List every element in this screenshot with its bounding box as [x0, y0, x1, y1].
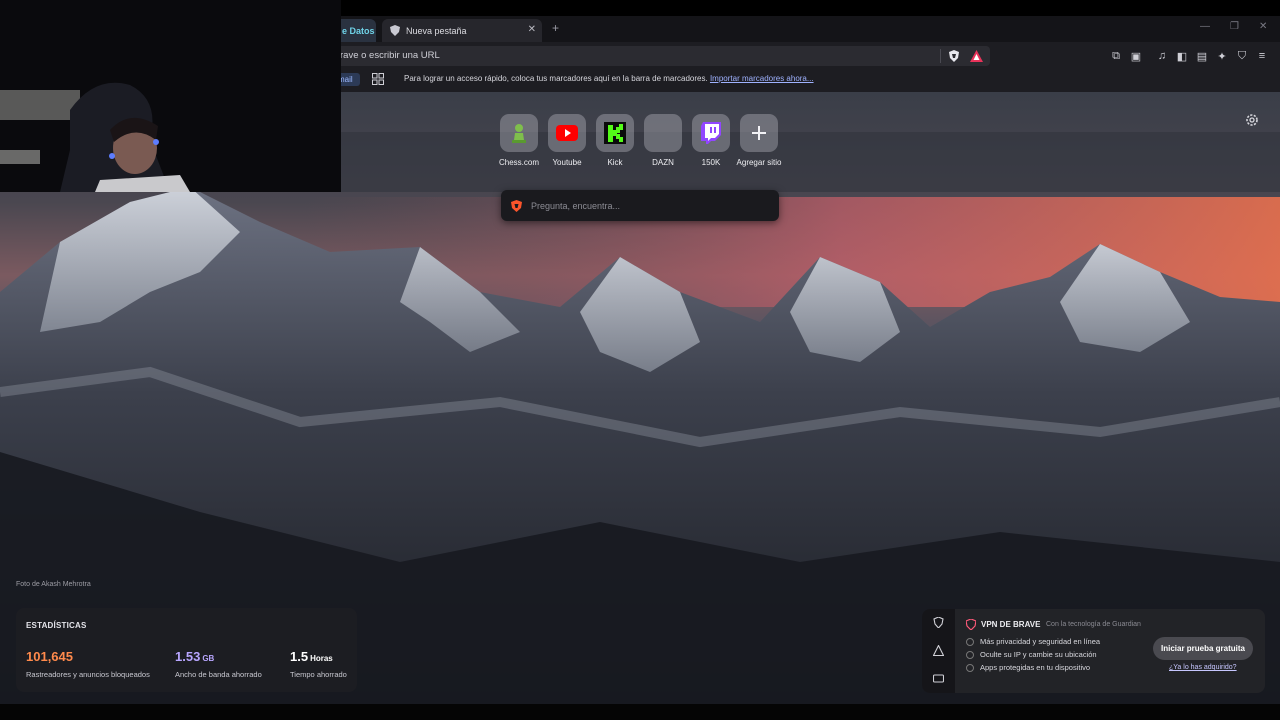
- bookmarks-hint: Para lograr un acceso rápido, coloca tus…: [404, 74, 814, 83]
- menu-icon[interactable]: ≡: [1252, 48, 1272, 64]
- vpn-title: VPN DE BRAVE: [981, 620, 1041, 629]
- maximize-icon[interactable]: ❐: [1230, 21, 1239, 32]
- webcam-overlay: [0, 0, 341, 192]
- stats-title: ESTADÍSTICAS: [26, 621, 87, 630]
- vpn-shield-icon[interactable]: [933, 617, 944, 628]
- import-bookmarks-link[interactable]: Importar marcadores ahora...: [710, 74, 814, 83]
- search-input[interactable]: [531, 196, 766, 215]
- top-site-youtube[interactable]: Youtube: [548, 114, 586, 167]
- bottom-strip: [0, 704, 1280, 720]
- vpn-feature: Oculte su IP y cambie su ubicación: [966, 650, 1097, 659]
- close-tab-icon[interactable]: ✕: [528, 24, 536, 35]
- address-bar-text: rave o escribir una URL: [340, 50, 440, 61]
- dazn-icon: [644, 114, 682, 152]
- widget-rail: [922, 609, 955, 693]
- check-icon: [966, 663, 974, 672]
- top-sites: Chess.com Youtube Kick DAZN 150K Agregar…: [499, 114, 781, 167]
- top-site-tile: [500, 114, 538, 152]
- stat-time: 1.5 Horas Tiempo ahorrado: [290, 648, 347, 679]
- minimize-icon[interactable]: —: [1200, 21, 1210, 32]
- bookmarks-hint-text: Para lograr un acceso rápido, coloca tus…: [404, 74, 708, 83]
- wallet-icon[interactable]: ▣: [1126, 48, 1146, 64]
- stat-unit: Horas: [310, 654, 333, 663]
- search-box[interactable]: [501, 190, 779, 221]
- brave-rewards-icon[interactable]: [970, 50, 983, 62]
- photo-credit[interactable]: Foto de Akash Mehrotra: [16, 581, 91, 588]
- leo-ai-icon[interactable]: ✦: [1212, 48, 1232, 64]
- stat-value: 1.5: [290, 649, 309, 664]
- vpn-icon[interactable]: ⛉: [1232, 48, 1252, 64]
- top-site-dazn[interactable]: DAZN: [644, 114, 682, 167]
- stats-card: ESTADÍSTICAS 101,645 Rastreadores y anun…: [16, 608, 357, 692]
- brave-logo-icon: [511, 200, 522, 212]
- chess-pawn-icon: [512, 124, 526, 143]
- vpn-powered-by: Con la tecnología de Guardian: [1046, 621, 1141, 628]
- vpn-feature: Más privacidad y seguridad en línea: [966, 637, 1100, 646]
- top-site-kick[interactable]: Kick: [596, 114, 634, 167]
- extensions-icon[interactable]: ⧉: [1106, 48, 1126, 64]
- stat-label: Ancho de banda ahorrado: [175, 670, 262, 679]
- divider: [940, 49, 941, 63]
- top-site-tile: [740, 114, 778, 152]
- wallet-crypto-icon[interactable]: ▤: [1192, 48, 1212, 64]
- top-site-tile: [692, 114, 730, 152]
- brave-shield-icon: [390, 25, 400, 36]
- plus-icon: [752, 126, 766, 140]
- vpn-feature: Apps protegidas en tu dispositivo: [966, 663, 1090, 672]
- stat-trackers: 101,645 Rastreadores y anuncios bloquead…: [26, 648, 150, 679]
- top-site-chess[interactable]: Chess.com: [499, 114, 539, 167]
- stat-value: 101,645: [26, 649, 73, 664]
- top-site-twitch[interactable]: 150K: [692, 114, 730, 167]
- already-purchased-link[interactable]: ¿Ya lo has adquirido?: [1169, 664, 1237, 671]
- top-site-label: Agregar sitio: [736, 158, 782, 167]
- stat-label: Tiempo ahorrado: [290, 670, 347, 679]
- brave-shields-icon[interactable]: [948, 50, 960, 62]
- kick-icon: [604, 122, 626, 144]
- new-tab-plus-icon[interactable]: +: [552, 21, 559, 35]
- stat-unit: GB: [202, 654, 215, 663]
- vpn-feature-text: Más privacidad y seguridad en línea: [980, 637, 1101, 646]
- check-icon: [966, 650, 974, 659]
- media-icon[interactable]: ♫: [1152, 48, 1172, 64]
- youtube-icon: [556, 125, 578, 141]
- vpn-feature-text: Oculte su IP y cambie su ubicación: [980, 650, 1097, 659]
- top-site-tile: [596, 114, 634, 152]
- check-icon: [966, 637, 974, 646]
- sidebar-icon[interactable]: ◧: [1172, 48, 1192, 64]
- vpn-feature-text: Apps protegidas en tu dispositivo: [980, 663, 1091, 672]
- close-window-icon[interactable]: ✕: [1259, 21, 1267, 32]
- stat-value: 1.53: [175, 649, 201, 664]
- brave-vpn-icon: [966, 619, 976, 630]
- stat-label: Rastreadores y anuncios bloqueados: [26, 670, 150, 679]
- add-site-button[interactable]: Agregar sitio: [737, 114, 781, 167]
- toolbar-icons: ⧉ ▣ ♫ ◧ ▤ ✦ ⛉ ≡: [1106, 48, 1272, 64]
- start-trial-button[interactable]: Iniciar prueba gratuita: [1153, 637, 1253, 660]
- tab-title: e Datos: [342, 25, 375, 36]
- rewards-icon[interactable]: [933, 645, 944, 656]
- top-site-tile: [548, 114, 586, 152]
- tab-title: Nueva pestaña: [406, 25, 467, 36]
- tab-new-tab[interactable]: Nueva pestaña ✕: [382, 19, 542, 42]
- apps-grid-icon[interactable]: [372, 73, 384, 85]
- stat-bandwidth: 1.53 GB Ancho de banda ahorrado: [175, 648, 262, 679]
- gear-icon[interactable]: [1244, 112, 1260, 128]
- twitch-icon: [701, 122, 721, 144]
- talk-icon[interactable]: [933, 673, 944, 684]
- vpn-card: VPN DE BRAVE Con la tecnología de Guardi…: [922, 609, 1265, 693]
